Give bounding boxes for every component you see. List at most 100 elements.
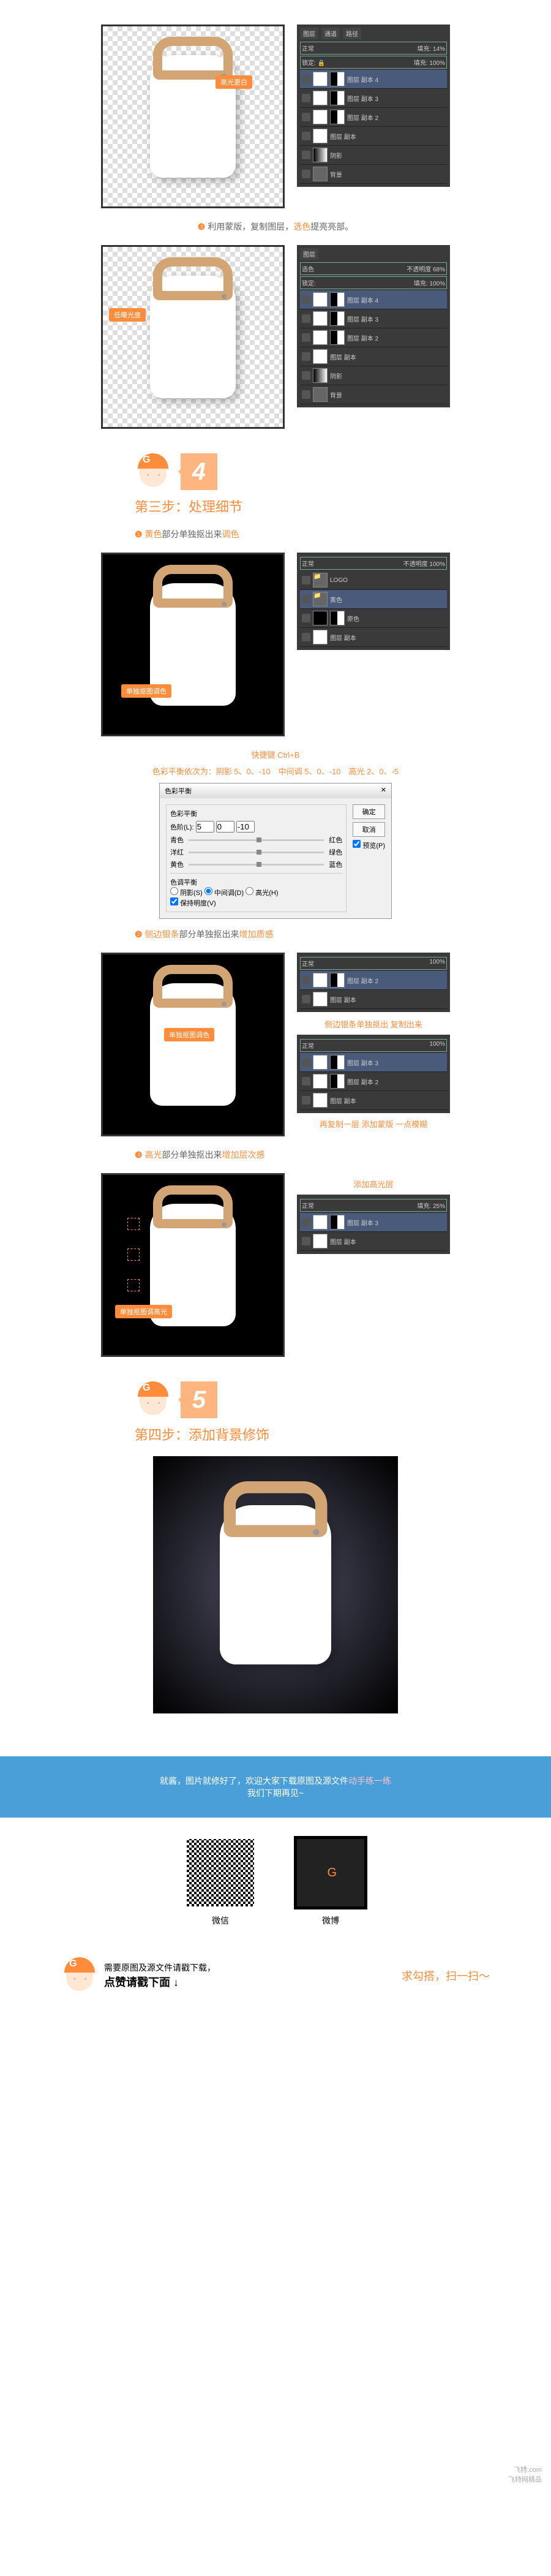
layer-row[interactable]: 图层 副本 2 [300, 1072, 447, 1091]
layer-row[interactable]: 背景 [300, 165, 447, 184]
visibility-eye-icon[interactable] [302, 976, 310, 984]
layer-row[interactable]: 图层 副本 [300, 1232, 447, 1251]
check-preview[interactable]: 预览(P) [353, 840, 385, 850]
fill-val[interactable]: 100% [429, 1041, 445, 1050]
mask-thumb [330, 292, 345, 307]
tab-layers[interactable]: 图层 [300, 248, 318, 260]
layer-row[interactable]: 背景 [300, 385, 447, 404]
visibility-eye-icon[interactable] [302, 595, 310, 603]
layer-row[interactable]: 图层 副本 2 [300, 971, 447, 990]
layer-row[interactable]: 阴影 [300, 146, 447, 165]
layer-row[interactable]: 图层 副本 2 [300, 108, 447, 127]
visibility-eye-icon[interactable] [302, 94, 310, 102]
blend-mode[interactable]: 正常 [302, 43, 314, 53]
ok-button[interactable]: 确定 [353, 804, 385, 819]
visibility-eye-icon[interactable] [302, 170, 310, 178]
layer-row[interactable]: 图层 副本 3 [300, 309, 447, 328]
blend-mode[interactable]: 选色 [302, 264, 314, 273]
visibility-eye-icon[interactable] [302, 1058, 310, 1067]
radio-shadow[interactable]: 阴影(S) [170, 890, 203, 897]
visibility-eye-icon[interactable] [302, 113, 310, 121]
green-label: 绿色 [329, 847, 342, 857]
visibility-eye-icon[interactable] [302, 1237, 310, 1245]
fill-val[interactable]: 100% [429, 959, 445, 968]
sub-hl1: 黄色 [144, 529, 162, 539]
close-icon[interactable]: ✕ [381, 786, 386, 796]
layer-thumb [313, 1215, 328, 1229]
fill-val-25[interactable]: 25% [433, 1203, 445, 1210]
opacity-value[interactable]: 68% [433, 266, 445, 273]
blend-mode[interactable]: 正常 [302, 1041, 314, 1050]
opacity-label: 不透明度 [407, 266, 431, 273]
visibility-eye-icon[interactable] [302, 576, 310, 584]
layer-thumb [313, 72, 328, 86]
tab-layers[interactable]: 图层 [300, 28, 318, 39]
layer-name: 原色 [347, 614, 359, 623]
visibility-eye-icon[interactable] [302, 151, 310, 159]
layer-row[interactable]: 图层 副本 2 [300, 328, 447, 347]
layer-row[interactable]: 图层 副本 3 [300, 1213, 447, 1232]
layer-row[interactable]: 图层 副本 3 [300, 1053, 447, 1072]
tab-channels[interactable]: 通道 [321, 28, 340, 39]
mask-thumb [330, 330, 345, 345]
mask-thumb [330, 1055, 345, 1070]
sub1-caption: ❶ 黄色部分单独抠出来调色 [135, 528, 539, 540]
visibility-eye-icon[interactable] [302, 633, 310, 641]
slider-yel-blue[interactable] [189, 864, 324, 866]
air-purifier-img [150, 983, 236, 1106]
layer-row[interactable]: 图层 副本 [300, 990, 447, 1009]
fill-val-100[interactable]: 100% [429, 60, 445, 67]
level-input-3[interactable] [236, 821, 255, 833]
visibility-eye-icon[interactable] [302, 132, 310, 140]
radio-mid[interactable]: 中间调(D) [204, 890, 244, 897]
visibility-eye-icon[interactable] [302, 995, 310, 1003]
layer-row[interactable]: 图层 副本 [300, 1091, 447, 1110]
layer-row[interactable]: 📁黄色 [300, 590, 447, 609]
level-input-1[interactable] [196, 821, 214, 833]
layer-row[interactable]: 图层 副本 [300, 347, 447, 366]
fill-label: 填充: [417, 1203, 431, 1210]
layer-thumb [313, 167, 328, 181]
layer-name: 阴影 [330, 371, 342, 380]
visibility-eye-icon[interactable] [302, 1077, 310, 1086]
layer-row[interactable]: 图层 副本 4 [300, 290, 447, 309]
ps-layers-panel-4b: 正常 100% 图层 副本 3 图层 副本 2 图层 副本 [297, 1035, 450, 1113]
layer-row[interactable]: 图层 副本 4 [300, 70, 447, 89]
layer-row[interactable]: 图层 副本 [300, 628, 447, 647]
slider-cyan-red[interactable] [189, 839, 324, 841]
check-preserve[interactable]: 保持明度(V) [170, 900, 216, 907]
cancel-button[interactable]: 取消 [353, 822, 385, 837]
level-input-2[interactable] [216, 821, 234, 833]
layer-thumb [313, 368, 328, 383]
blend-mode[interactable]: 正常 [302, 559, 314, 568]
visibility-eye-icon[interactable] [302, 333, 310, 342]
layer-row[interactable]: 原色 [300, 609, 447, 628]
slider-mag-green[interactable] [189, 852, 324, 853]
visibility-eye-icon[interactable] [302, 75, 310, 83]
visibility-eye-icon[interactable] [302, 371, 310, 380]
layer-name: 图层 副本 [330, 995, 356, 1004]
blend-mode[interactable]: 正常 [302, 959, 314, 968]
layer-name: 阴影 [330, 151, 342, 160]
visibility-eye-icon[interactable] [302, 314, 310, 323]
radio-high[interactable]: 高光(H) [246, 890, 278, 897]
blend-mode[interactable]: 正常 [302, 1201, 314, 1210]
visibility-eye-icon[interactable] [302, 390, 310, 399]
fill-val[interactable]: 100% [429, 281, 445, 287]
visibility-eye-icon[interactable] [302, 1218, 310, 1226]
layer-row[interactable]: 图层 副本 [300, 127, 447, 146]
mask-thumb [330, 973, 345, 988]
mascot-avatar-small [61, 1957, 98, 1994]
layer-row[interactable]: 阴影 [300, 366, 447, 385]
tab-paths[interactable]: 路径 [343, 28, 361, 39]
layer-row[interactable]: 图层 副本 3 [300, 89, 447, 108]
visibility-eye-icon[interactable] [302, 1096, 310, 1105]
visibility-eye-icon[interactable] [302, 295, 310, 304]
fill-value[interactable]: 14% [433, 46, 445, 53]
layer-row[interactable]: 📁LOGO [300, 571, 447, 590]
mask-thumb [330, 611, 345, 625]
visibility-eye-icon[interactable] [302, 614, 310, 622]
air-purifier-final [220, 1505, 331, 1664]
visibility-eye-icon[interactable] [302, 352, 310, 361]
opacity-val[interactable]: 100% [429, 561, 445, 568]
